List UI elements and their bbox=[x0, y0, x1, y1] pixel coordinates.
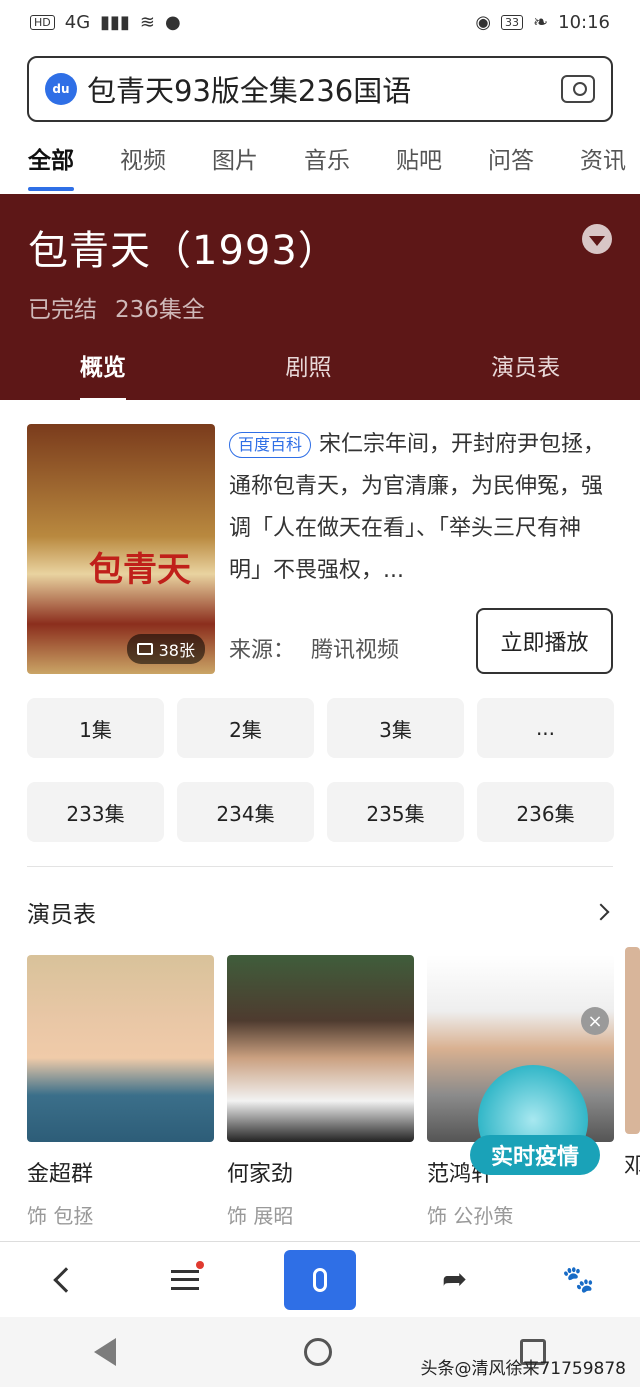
share-button[interactable]: ➦ bbox=[430, 1255, 480, 1305]
episode-button[interactable]: 236集 bbox=[477, 782, 614, 842]
description-block: 百度百科 宋仁宗年间，开封府尹包拯，通称包青天，为官清廉，为民伸冤，强调「人在做天… bbox=[215, 424, 613, 674]
nav-home-icon[interactable] bbox=[304, 1338, 332, 1366]
search-box[interactable]: du 包青天93版全集236国语 bbox=[27, 56, 613, 122]
tab-all[interactable]: 全部 bbox=[28, 141, 74, 191]
cast-role: 饰 展昭 bbox=[227, 1204, 294, 1228]
tab-images[interactable]: 图片 bbox=[212, 141, 258, 175]
tab-music[interactable]: 音乐 bbox=[304, 141, 350, 175]
cast-photo-partial[interactable] bbox=[625, 947, 640, 1134]
back-arrow-icon bbox=[53, 1266, 79, 1293]
show-subtabs: 概览 剧照 演员表 bbox=[0, 330, 640, 402]
share-icon: ➦ bbox=[442, 1262, 468, 1297]
watermark: 头条@清风徐来71759878 bbox=[420, 1359, 626, 1379]
bottom-toolbar: ➦ 🐾 bbox=[0, 1241, 640, 1317]
status-right: ◉ 33 ❧ 10:16 bbox=[475, 12, 610, 33]
source-label: 来源： bbox=[229, 638, 296, 663]
play-now-button[interactable]: 立即播放 bbox=[476, 608, 613, 674]
epidemic-badge-label: 实时疫情 bbox=[470, 1135, 600, 1175]
cast-name: 何家劲 bbox=[227, 1162, 294, 1187]
subtab-stills[interactable]: 剧照 bbox=[285, 348, 331, 382]
episode-button[interactable]: 235集 bbox=[327, 782, 464, 842]
poster-image[interactable]: 包青天 38张 bbox=[27, 424, 215, 674]
chevron-right-icon[interactable] bbox=[592, 903, 610, 921]
cast-card[interactable]: 何家劲 饰 展昭 bbox=[227, 955, 414, 1229]
network-label: 4G bbox=[64, 11, 91, 33]
episode-more-button[interactable]: ... bbox=[477, 698, 614, 758]
tab-news[interactable]: 资讯 bbox=[580, 141, 626, 175]
show-meta: 已完结 236集全 bbox=[28, 290, 612, 324]
camera-icon[interactable] bbox=[561, 75, 595, 103]
wifi-icon: ≋ bbox=[139, 11, 155, 33]
battery-icon: 33 bbox=[501, 14, 524, 30]
eye-icon: ◉ bbox=[475, 11, 492, 33]
wechat-icon: ● bbox=[164, 11, 181, 33]
cast-name-partial: 邓 bbox=[624, 1154, 640, 1179]
photo-count: 38张 bbox=[158, 641, 195, 660]
cast-role: 饰 公孙策 bbox=[427, 1204, 514, 1228]
nav-back-icon[interactable] bbox=[94, 1338, 116, 1366]
subtab-cast[interactable]: 演员表 bbox=[491, 348, 560, 382]
show-status: 已完结 bbox=[28, 297, 97, 323]
cast-role: 饰 包拯 bbox=[27, 1204, 94, 1228]
cast-title: 演员表 bbox=[27, 902, 96, 928]
info-section: 包青天 38张 百度百科 宋仁宗年间，开封府尹包拯，通称包青天，为官清廉，为民伸冤… bbox=[0, 400, 640, 674]
hd-icon: HD bbox=[30, 14, 55, 30]
image-icon bbox=[136, 643, 153, 655]
cast-card[interactable]: 金超群 饰 包拯 bbox=[27, 955, 214, 1229]
show-title: 包青天（1993） bbox=[28, 228, 339, 274]
poster-title: 包青天 bbox=[89, 550, 191, 590]
episode-button[interactable]: 2集 bbox=[177, 698, 314, 758]
cast-photo[interactable] bbox=[227, 955, 414, 1142]
source-line: 来源： 腾讯视频 bbox=[229, 632, 399, 664]
microphone-icon bbox=[312, 1267, 327, 1292]
episode-button[interactable]: 233集 bbox=[27, 782, 164, 842]
cast-header[interactable]: 演员表 bbox=[0, 867, 640, 929]
show-header: 包青天（1993） 已完结 236集全 概览 剧照 演员表 bbox=[0, 194, 640, 402]
cast-name: 金超群 bbox=[27, 1162, 94, 1187]
baidu-home-button[interactable]: 🐾 bbox=[553, 1255, 603, 1305]
baidu-paw-icon: 🐾 bbox=[561, 1264, 595, 1295]
close-icon[interactable]: × bbox=[581, 1007, 609, 1035]
baike-tag[interactable]: 百度百科 bbox=[229, 432, 312, 458]
dropdown-toggle-icon[interactable] bbox=[582, 224, 612, 254]
episode-button[interactable]: 1集 bbox=[27, 698, 164, 758]
search-input[interactable]: 包青天93版全集236国语 bbox=[87, 68, 561, 110]
photo-count-badge[interactable]: 38张 bbox=[126, 634, 205, 664]
signal-icon: ▮▮▮ bbox=[100, 11, 130, 33]
notification-dot bbox=[196, 1260, 205, 1269]
status-bar: HD 4G ▮▮▮ ≋ ● ◉ 33 ❧ 10:16 bbox=[0, 0, 640, 44]
episode-grid: 1集 2集 3集 ... 233集 234集 235集 236集 bbox=[0, 674, 640, 842]
epidemic-badge[interactable]: 实时疫情 bbox=[470, 1065, 600, 1183]
leaf-icon: ❧ bbox=[533, 11, 549, 33]
episode-button[interactable]: 234集 bbox=[177, 782, 314, 842]
menu-button[interactable] bbox=[160, 1255, 210, 1305]
tab-qa[interactable]: 问答 bbox=[488, 141, 534, 175]
show-episodes: 236集全 bbox=[115, 297, 205, 323]
clock: 10:16 bbox=[558, 11, 610, 33]
episode-button[interactable]: 3集 bbox=[327, 698, 464, 758]
source-name[interactable]: 腾讯视频 bbox=[311, 638, 399, 663]
baidu-logo-icon: du bbox=[45, 73, 77, 105]
voice-search-button[interactable] bbox=[283, 1249, 356, 1310]
search-tabs: 全部 视频 图片 音乐 贴吧 问答 资讯 bbox=[0, 122, 640, 194]
cast-photo[interactable] bbox=[27, 955, 214, 1142]
tab-video[interactable]: 视频 bbox=[120, 141, 166, 175]
subtab-overview[interactable]: 概览 bbox=[79, 348, 126, 402]
back-button[interactable] bbox=[37, 1255, 87, 1305]
status-left: HD 4G ▮▮▮ ≋ ● bbox=[30, 12, 181, 33]
menu-icon bbox=[171, 1269, 200, 1290]
description-text[interactable]: 百度百科 宋仁宗年间，开封府尹包拯，通称包青天，为官清廉，为民伸冤，强调「人在做天… bbox=[229, 424, 613, 592]
tab-tieba[interactable]: 贴吧 bbox=[396, 141, 442, 175]
